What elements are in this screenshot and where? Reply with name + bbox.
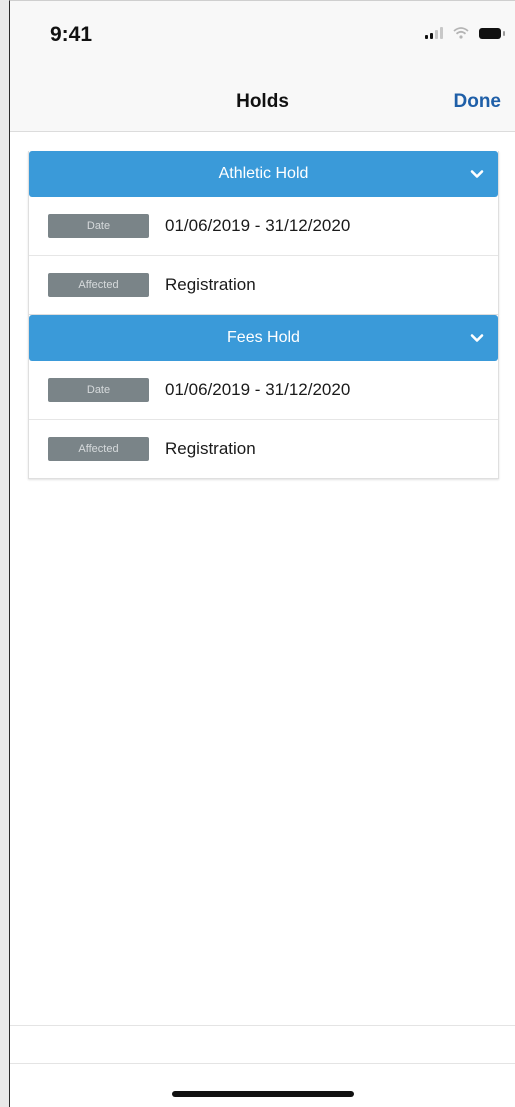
- date-value: 01/06/2019 - 31/12/2020: [165, 380, 351, 399]
- hold-card: Fees Hold Date 01/06/2019 - 31/12/2020 A…: [28, 315, 499, 479]
- home-indicator[interactable]: [172, 1091, 354, 1097]
- affected-badge: Affected: [48, 273, 149, 297]
- chevron-down-icon: [470, 170, 484, 178]
- affected-value: Registration: [165, 275, 256, 294]
- hold-row-date: Date 01/06/2019 - 31/12/2020: [29, 361, 498, 420]
- hold-title: Fees Hold: [227, 329, 300, 346]
- hold-row-date: Date 01/06/2019 - 31/12/2020: [29, 197, 498, 256]
- hold-row-affected: Affected Registration: [29, 256, 498, 314]
- date-value: 01/06/2019 - 31/12/2020: [165, 216, 351, 235]
- divider: [10, 1025, 515, 1026]
- hold-title: Athletic Hold: [218, 165, 309, 182]
- signal-icon: [425, 27, 443, 39]
- divider: [10, 1063, 515, 1064]
- status-icons: [425, 27, 505, 39]
- page-title: Holds: [236, 91, 289, 112]
- date-badge: Date: [48, 214, 149, 238]
- hold-card: Athletic Hold Date 01/06/2019 - 31/12/20…: [28, 151, 499, 315]
- date-badge: Date: [48, 378, 149, 402]
- hold-row-affected: Affected Registration: [29, 420, 498, 478]
- wifi-icon: [453, 27, 469, 39]
- battery-icon: [479, 28, 505, 39]
- hold-header-fees[interactable]: Fees Hold: [29, 315, 498, 361]
- status-bar: 9:41: [10, 1, 515, 71]
- hold-header-athletic[interactable]: Athletic Hold: [29, 151, 498, 197]
- holds-list: Athletic Hold Date 01/06/2019 - 31/12/20…: [28, 151, 499, 479]
- chevron-down-icon: [470, 334, 484, 342]
- done-button[interactable]: Done: [454, 91, 502, 113]
- affected-value: Registration: [165, 439, 256, 458]
- status-time: 9:41: [50, 23, 93, 46]
- affected-badge: Affected: [48, 437, 149, 461]
- phone-screen: 9:41 Holds Done Athletic Hold Date 01/06…: [9, 0, 515, 1107]
- navigation-bar: Holds Done: [10, 71, 515, 132]
